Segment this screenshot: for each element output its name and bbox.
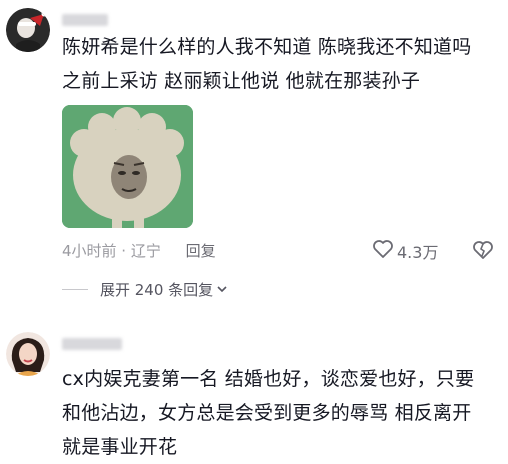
username-redacted[interactable] (62, 338, 122, 350)
like-count: 4.3万 (397, 243, 439, 262)
broken-heart-icon[interactable] (472, 240, 494, 264)
username-redacted[interactable] (62, 14, 108, 26)
reply-button[interactable]: 回复 (186, 242, 216, 260)
time-location: 4小时前 · 辽宁 (62, 242, 161, 260)
heart-outline-icon[interactable] (372, 239, 394, 263)
expand-label: 展开 240 条回复 (100, 280, 214, 299)
chevron-down-icon (216, 280, 228, 298)
meme-sticker-image[interactable] (62, 105, 193, 228)
dislike-area (472, 240, 494, 262)
comment-meta: 4小时前 · 辽宁 回复 (62, 240, 216, 262)
like-area: 4.3万 (372, 240, 438, 262)
comment-text: 陈妍希是什么样的人我不知道 陈晓我还不知道吗 之前上采访 赵丽颖让他说 他就在那… (62, 36, 472, 92)
divider-line (62, 288, 88, 290)
comment-item: 陈妍希是什么样的人我不知道 陈晓我还不知道吗 之前上采访 赵丽颖让他说 他就在那… (0, 0, 508, 310)
avatar[interactable] (6, 332, 50, 376)
expand-replies-button[interactable]: 展开 240 条回复 (62, 278, 228, 300)
avatar[interactable] (6, 8, 50, 52)
comment-text: cx内娱克妻第一名 结婚也好，谈恋爱也好，只要 和他沾边，女方总是会受到更多的辱… (62, 368, 475, 458)
comment-item: cx内娱克妻第一名 结婚也好，谈恋爱也好，只要 和他沾边，女方总是会受到更多的辱… (0, 318, 508, 458)
